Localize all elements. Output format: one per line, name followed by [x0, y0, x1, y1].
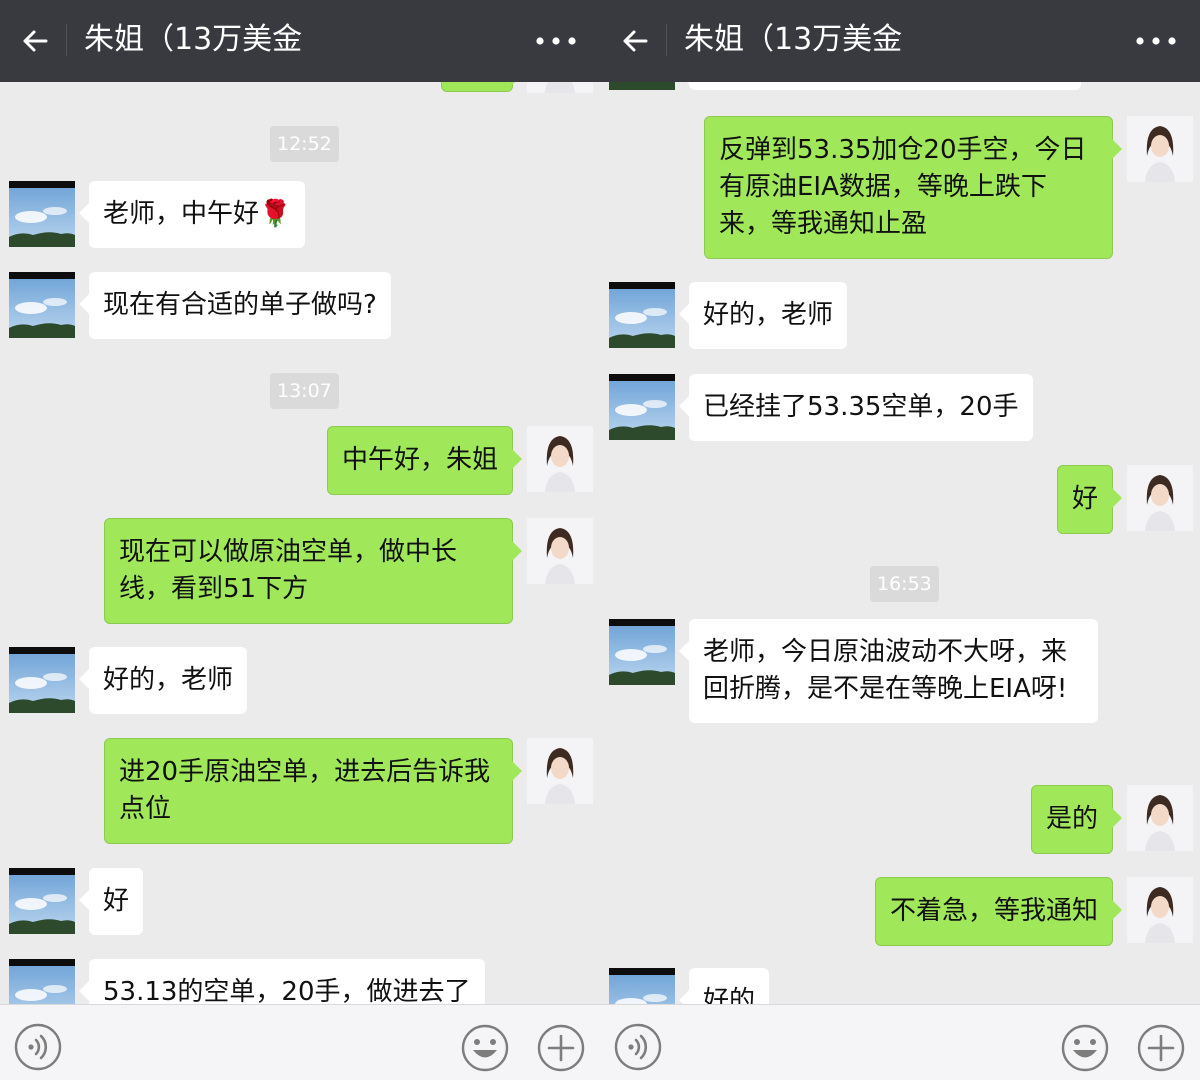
timestamp: 12:52 — [270, 126, 339, 162]
chat-header: 朱姐（13万美金 — [0, 0, 600, 82]
back-arrow-icon[interactable] — [618, 24, 652, 58]
chat-screen-left: 朱姐（13万美金 12:52 老师，中午好🌹 现在有合适的单子做吗? 13:07… — [0, 0, 600, 1080]
chat-title: 朱姐（13万美金 — [684, 22, 903, 57]
plus-icon[interactable] — [1136, 1023, 1186, 1073]
more-dots-icon[interactable] — [1134, 28, 1178, 54]
chat-title: 朱姐（13万美金 — [84, 22, 303, 57]
contact-avatar[interactable] — [9, 647, 75, 713]
message-bubble[interactable]: 老师，中午好🌹 — [78, 181, 306, 248]
contact-avatar[interactable] — [9, 272, 75, 338]
input-toolbar — [600, 1004, 1200, 1080]
header-divider — [66, 24, 67, 56]
voice-icon[interactable] — [14, 1023, 62, 1071]
contact-avatar[interactable] — [609, 82, 675, 90]
message-bubble[interactable]: 中午好，朱姐 — [326, 426, 523, 495]
message-bubble[interactable]: 好 — [1056, 465, 1123, 534]
message-bubble[interactable]: 反弹到53.35加仓20手空，今日有原油EIA数据，等晚上跌下来，等我通知止盈 — [704, 116, 1122, 259]
message-list[interactable]: 12:52 老师，中午好🌹 现在有合适的单子做吗? 13:07 中午好，朱姐 现… — [0, 82, 600, 1004]
input-toolbar — [0, 1004, 600, 1080]
contact-avatar[interactable] — [9, 181, 75, 247]
chat-screen-right: 朱姐（13万美金 反弹到53.35加仓20手空，今日有原油EIA数据，等晚上跌下… — [600, 0, 1200, 1080]
message-list[interactable]: 反弹到53.35加仓20手空，今日有原油EIA数据，等晚上跌下来，等我通知止盈 … — [600, 82, 1200, 1004]
emoji-icon[interactable] — [1060, 1023, 1110, 1073]
message-bubble[interactable]: 现在有合适的单子做吗? — [79, 272, 391, 339]
self-avatar[interactable] — [527, 518, 593, 584]
contact-avatar[interactable] — [609, 374, 675, 440]
contact-avatar[interactable] — [609, 968, 675, 1004]
voice-icon[interactable] — [614, 1023, 662, 1071]
contact-avatar[interactable] — [609, 282, 675, 348]
back-arrow-icon[interactable] — [18, 24, 52, 58]
message-bubble[interactable]: 现在可以做原油空单，做中长线，看到51下方 — [104, 518, 522, 624]
message-bubble-partial[interactable] — [679, 82, 1081, 90]
self-avatar[interactable] — [527, 82, 593, 93]
more-dots-icon[interactable] — [534, 28, 578, 54]
chat-header: 朱姐（13万美金 — [600, 0, 1200, 82]
plus-icon[interactable] — [536, 1023, 586, 1073]
emoji-icon[interactable] — [460, 1023, 510, 1073]
message-bubble[interactable]: 好的，老师 — [78, 647, 248, 714]
self-avatar[interactable] — [527, 426, 593, 492]
message-bubble[interactable]: 53.13的空单，20手，做进去了 — [79, 959, 485, 1004]
header-divider — [666, 24, 667, 56]
self-avatar[interactable] — [1127, 877, 1193, 943]
message-bubble[interactable]: 好的 — [678, 968, 770, 1004]
self-avatar[interactable] — [527, 738, 593, 804]
message-bubble[interactable]: 好 — [78, 868, 144, 935]
message-bubble[interactable]: 已经挂了53.35空单，20手 — [679, 374, 1033, 441]
timestamp: 13:07 — [270, 373, 339, 409]
self-avatar[interactable] — [1127, 116, 1193, 182]
self-avatar[interactable] — [1127, 785, 1193, 851]
contact-avatar[interactable] — [9, 959, 75, 1004]
message-bubble[interactable]: 是的 — [1030, 785, 1123, 854]
message-bubble[interactable]: 进20手原油空单，进去后告诉我点位 — [104, 738, 522, 844]
message-bubble-partial[interactable] — [441, 82, 522, 92]
message-bubble[interactable]: 好的，老师 — [678, 282, 848, 349]
self-avatar[interactable] — [1127, 465, 1193, 531]
timestamp: 16:53 — [870, 566, 939, 602]
message-bubble[interactable]: 不着急，等我通知 — [874, 877, 1123, 946]
contact-avatar[interactable] — [609, 619, 675, 685]
message-bubble[interactable]: 老师，今日原油波动不大呀，来回折腾，是不是在等晚上EIA呀! — [679, 619, 1098, 723]
contact-avatar[interactable] — [9, 868, 75, 934]
